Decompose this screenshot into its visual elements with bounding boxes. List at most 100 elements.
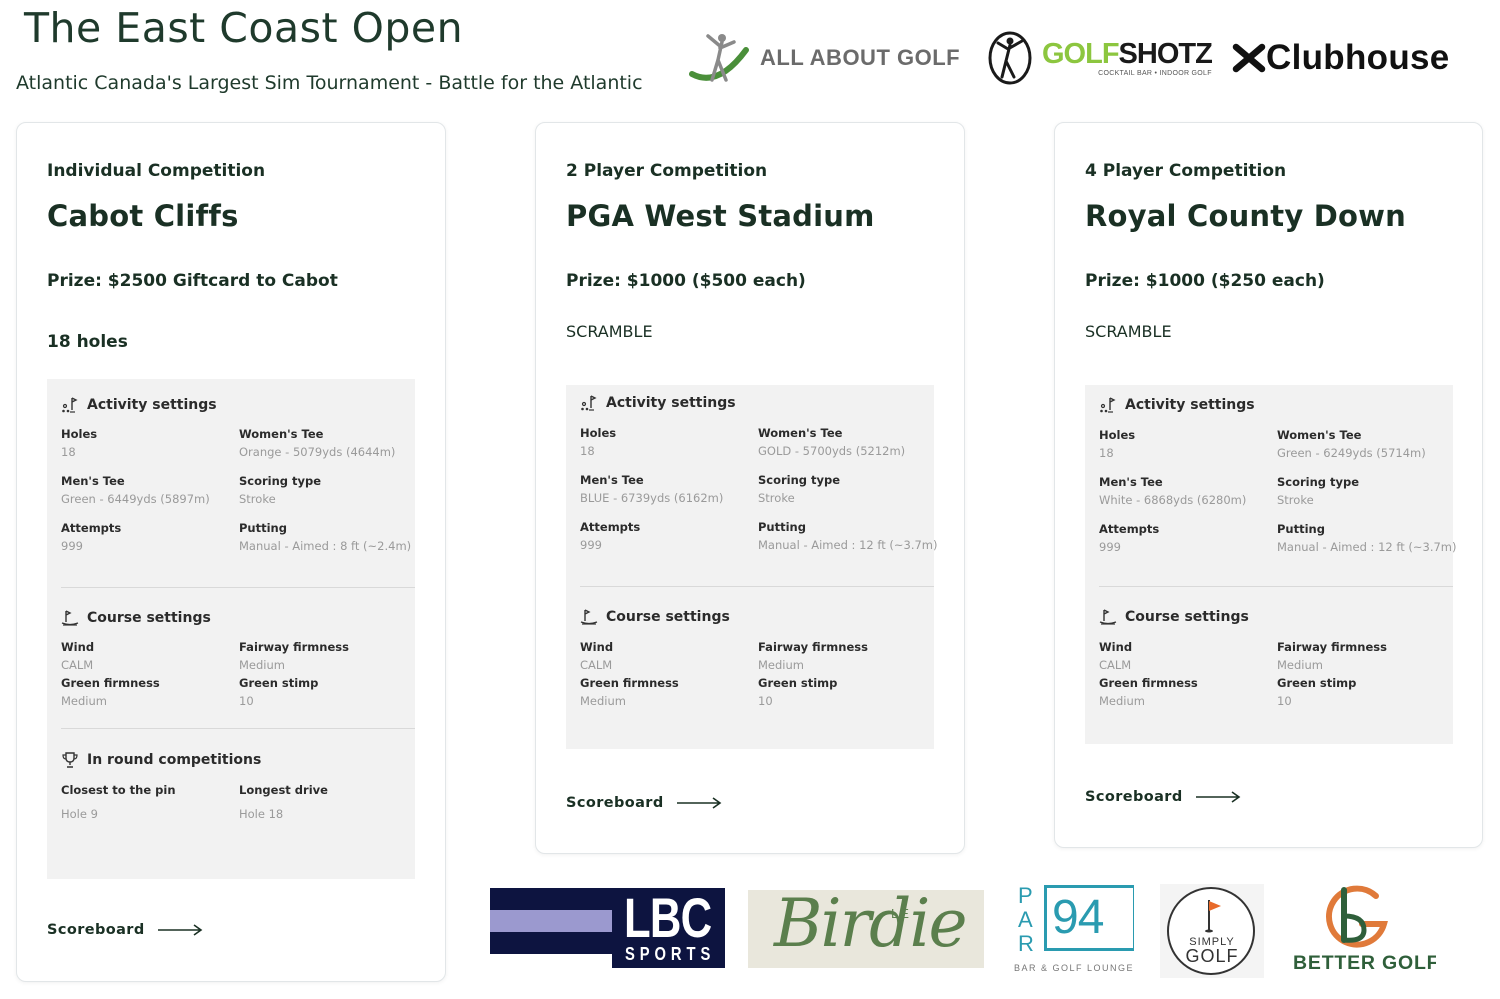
settings-panel: Activity settings Holes 18 Women's Tee GOL…: [566, 385, 937, 749]
putting-field: Putting Manual - Aimed : 8 ft (~2.4m): [239, 521, 412, 553]
arrow-right-icon: [1195, 791, 1241, 803]
in-round-header: In round competitions: [61, 750, 401, 770]
attempts-field: Attempts 999: [580, 520, 641, 552]
lbc-sports-text: SPORTS: [625, 944, 716, 964]
green-stimp-field: Green stimp 10: [1277, 676, 1357, 708]
mens-tee-field: Men's Tee White - 6868yds (6280m): [1099, 475, 1247, 507]
in-round-section: In round competitions Closest to the pin…: [61, 729, 401, 821]
putting-field: Putting Manual - Aimed : 12 ft (~3.7m): [758, 520, 938, 552]
course-settings-header: Course settings: [1099, 607, 1439, 627]
fairway-firmness-field: Fairway firmness Medium: [1277, 640, 1387, 672]
activity-settings-title: Activity settings: [87, 397, 217, 413]
golf-activity-icon: [62, 397, 78, 413]
scoreboard-link[interactable]: Scoreboard: [566, 795, 722, 811]
all-about-golf-logo: ALL ABOUT GOLF: [688, 30, 960, 86]
fairway-firmness-field: Fairway firmness Medium: [758, 640, 868, 672]
card-type: Individual Competition: [47, 161, 266, 181]
scoring-type-field: Scoring type Stroke: [1277, 475, 1360, 507]
flag-course-icon: [1099, 609, 1117, 625]
green-stimp-field: Green stimp 10: [758, 676, 838, 708]
womens-tee-field: Women's Tee GOLD - 5700yds (5212m): [758, 426, 906, 458]
page-title: The East Coast Open: [24, 4, 464, 52]
putting-field: Putting Manual - Aimed : 12 ft (~3.7m): [1277, 522, 1457, 554]
womens-tee-field: Women's Tee Orange - 5079yds (4644m): [239, 427, 396, 459]
green-stimp-field: Green stimp 10: [239, 676, 319, 708]
golfshotz-text-golf: GOLF: [1042, 37, 1120, 70]
card-prize: Prize: $2500 Giftcard to Cabot: [47, 271, 338, 291]
competition-card-4-player: 4 Player Competition Royal County Down P…: [1054, 122, 1483, 848]
longest-drive-field: Longest drive Hole 18: [239, 783, 328, 821]
attempts-field: Attempts 999: [61, 521, 122, 553]
course-settings-title: Course settings: [606, 609, 730, 625]
activity-settings-header: Activity settings: [580, 393, 920, 413]
simply-golf-logo: SIMPLY GOLF: [1160, 884, 1264, 978]
par-letter-r: R: [1018, 931, 1034, 956]
wind-field: Wind CALM: [1099, 640, 1133, 672]
course-settings-header: Course settings: [580, 607, 920, 627]
activity-settings-title: Activity settings: [606, 395, 736, 411]
card-course-name: Royal County Down: [1085, 199, 1406, 233]
par-number-text: 94: [1052, 891, 1104, 944]
activity-settings-section: Activity settings Holes 18 Women's Tee GOL…: [580, 385, 937, 552]
trophy-icon: [62, 752, 78, 768]
lbc-text: LBC: [624, 888, 712, 949]
green-firmness-field: Green firmness Medium: [1099, 676, 1198, 708]
activity-settings-section: Activity settings Holes 18 Women's Tee Gre…: [1099, 385, 1456, 554]
green-firmness-field: Green firmness Medium: [580, 676, 679, 708]
scoring-type-field: Scoring type Stroke: [758, 473, 841, 505]
arrow-right-icon: [157, 924, 203, 936]
x-mark-icon: [1232, 43, 1266, 73]
golfer-swing-icon: [689, 34, 749, 82]
course-settings-title: Course settings: [1125, 609, 1249, 625]
page-subtitle: Atlantic Canada's Largest Sim Tournament…: [16, 72, 643, 94]
scoreboard-link[interactable]: Scoreboard: [47, 922, 203, 938]
activity-settings-title: Activity settings: [1125, 397, 1255, 413]
course-settings-section: Course settings Wind CALM Fairway firmnes…: [61, 588, 401, 708]
birdie-name-text: Birdie: [774, 890, 968, 962]
card-format: SCRAMBLE: [566, 322, 653, 341]
holes-field: Holes 18: [1099, 428, 1136, 460]
wind-field: Wind CALM: [61, 640, 95, 672]
in-round-title: In round competitions: [87, 752, 262, 768]
course-settings-section: Course settings Wind CALM Fairway firmnes…: [580, 587, 920, 708]
lbc-sports-logo: LBC SPORTS: [490, 888, 725, 968]
better-golf-logo: BETTER GOLF: [1286, 878, 1436, 978]
green-firmness-field: Green firmness Medium: [61, 676, 160, 708]
holes-field: Holes 18: [61, 427, 98, 459]
golfshotz-text-shotz: SHOTZ: [1118, 37, 1213, 70]
closest-pin-field: Closest to the pin Hole 9: [61, 783, 176, 821]
better-golf-text: BETTER GOLF: [1293, 952, 1436, 974]
card-course-name: PGA West Stadium: [566, 199, 875, 233]
scoreboard-label: Scoreboard: [47, 922, 145, 938]
settings-panel: Activity settings Holes 18 Women's Tee Ora…: [47, 379, 415, 879]
course-settings-title: Course settings: [87, 610, 211, 626]
flag-course-icon: [61, 610, 79, 626]
attempts-field: Attempts 999: [1099, 522, 1160, 554]
fairway-firmness-field: Fairway firmness Medium: [239, 640, 349, 672]
card-format: 18 holes: [47, 332, 128, 352]
le-birdie-logo: LE Birdie: [748, 890, 984, 968]
scoreboard-link[interactable]: Scoreboard: [1085, 789, 1241, 805]
par-subtitle: BAR & GOLF LOUNGE: [1014, 963, 1134, 973]
activity-settings-section: Activity settings Holes 18 Women's Tee Ora…: [61, 379, 411, 553]
golfer-circle-icon: [988, 31, 1032, 85]
golf-activity-icon: [581, 395, 597, 411]
wind-field: Wind CALM: [580, 640, 614, 672]
scoring-type-field: Scoring type Stroke: [239, 474, 322, 506]
card-prize: Prize: $1000 ($500 each): [566, 271, 806, 291]
activity-settings-header: Activity settings: [61, 395, 401, 415]
bg-monogram-icon: [1326, 885, 1388, 948]
golfshotz-subtitle: COCKTAIL BAR • INDOOR GOLF: [1098, 69, 1212, 77]
flag-course-icon: [580, 609, 598, 625]
mens-tee-field: Men's Tee Green - 6449yds (5897m): [61, 474, 210, 506]
competition-card-2-player: 2 Player Competition PGA West Stadium Pr…: [535, 122, 965, 854]
settings-panel: Activity settings Holes 18 Women's Tee Gre…: [1085, 385, 1456, 744]
all-about-golf-text: ALL ABOUT GOLF: [760, 45, 961, 70]
mens-tee-field: Men's Tee BLUE - 6739yds (6162m): [580, 473, 724, 505]
par-letter-p: P: [1018, 884, 1033, 908]
golf-flag-icon: [1205, 900, 1221, 933]
golf-text: GOLF: [1185, 946, 1239, 966]
clubhouse-logo: Clubhouse: [1232, 36, 1450, 80]
holes-field: Holes 18: [580, 426, 617, 458]
golf-activity-icon: [1100, 397, 1116, 413]
